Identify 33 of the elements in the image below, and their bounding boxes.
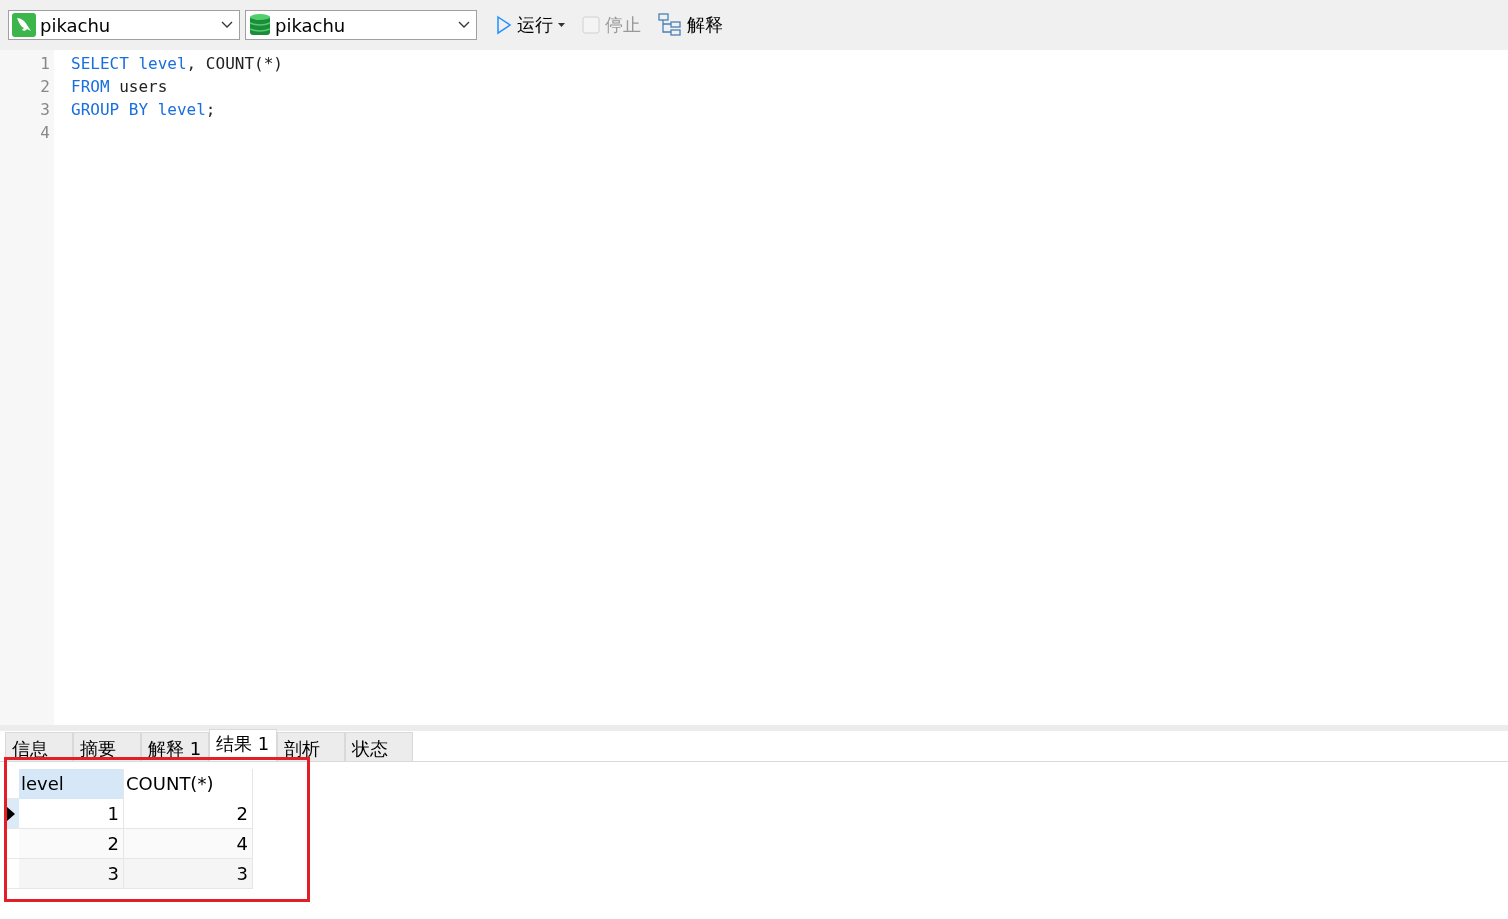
chevron-down-icon — [221, 21, 233, 29]
current-row-icon — [7, 806, 15, 821]
play-icon — [496, 15, 512, 35]
code-line: GROUP BY level; — [71, 100, 216, 119]
database-name: pikachu — [275, 14, 347, 36]
run-button[interactable]: 运行 — [490, 10, 571, 40]
tree-diagram-icon — [658, 13, 682, 37]
connection-dropdown[interactable]: pikachu — [8, 10, 240, 40]
caret-icon — [558, 23, 565, 27]
result-tab[interactable]: 信息 — [5, 732, 73, 761]
explain-button[interactable]: 解释 — [652, 10, 729, 40]
result-tab[interactable]: 解释 1 — [141, 732, 209, 761]
chevron-down-icon — [458, 21, 470, 29]
line-number: 4 — [39, 122, 51, 144]
table-cell: 4 — [124, 829, 253, 859]
code-line: FROM users — [71, 77, 168, 96]
result-tab[interactable]: 摘要 — [73, 732, 141, 761]
code-line: SELECT level, COUNT(*) — [71, 54, 283, 73]
database-icon — [249, 13, 271, 37]
line-number: 2 — [39, 76, 51, 98]
database-dropdown[interactable]: pikachu — [245, 10, 477, 40]
stop-icon — [582, 16, 600, 34]
line-number: 1 — [39, 53, 51, 75]
table-cell: 3 — [124, 859, 253, 889]
column-header[interactable]: level — [19, 769, 124, 799]
result-tab[interactable]: 剖析 — [277, 732, 345, 761]
table-cell: 3 — [19, 859, 124, 889]
result-tab[interactable]: 状态 — [345, 732, 413, 761]
line-number: 3 — [39, 99, 51, 121]
dolphin-icon — [12, 13, 36, 37]
column-header[interactable]: COUNT(*) — [124, 769, 253, 799]
connection-name: pikachu — [40, 14, 112, 36]
table-cell: 2 — [19, 829, 124, 859]
